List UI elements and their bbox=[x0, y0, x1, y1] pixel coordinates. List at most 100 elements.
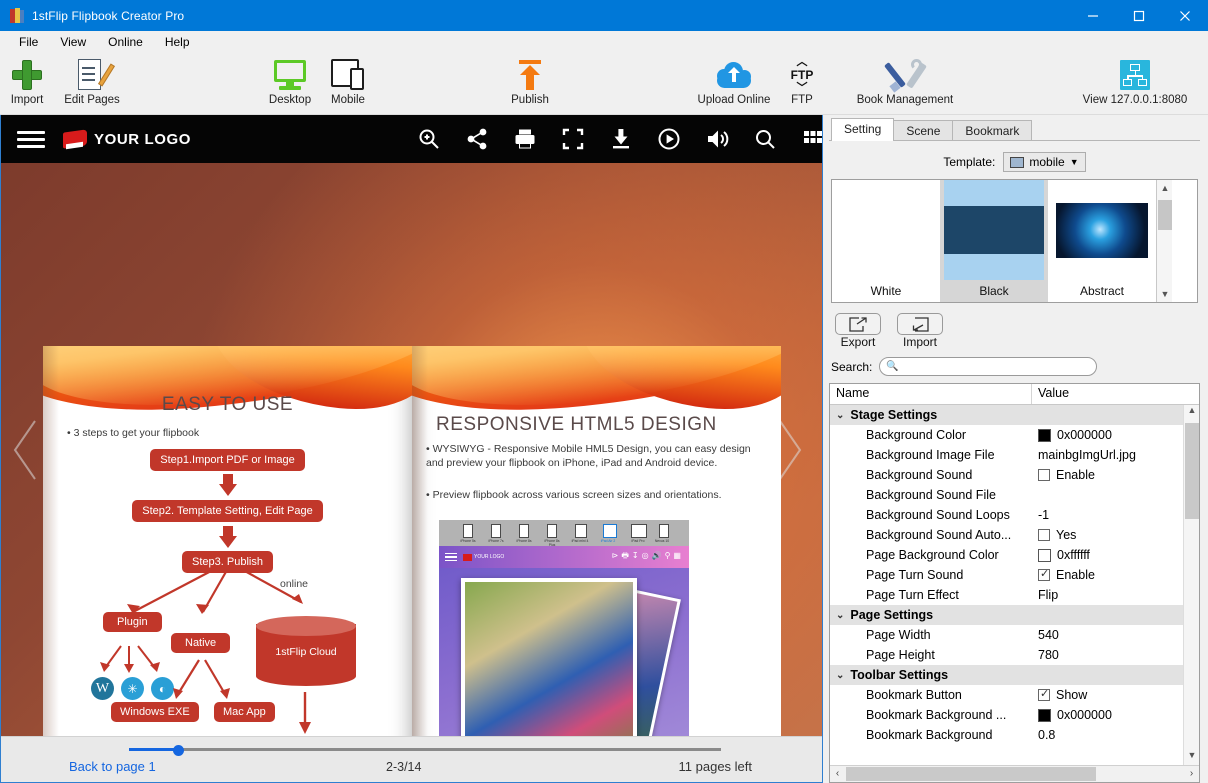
property-row-page-width[interactable]: Page Width 540 bbox=[830, 625, 1199, 645]
bullet-dot: • bbox=[426, 489, 433, 501]
viewer-status-bar: Back to page 1 2-3/14 11 pages left bbox=[1, 736, 822, 782]
server-network-icon bbox=[1120, 57, 1150, 93]
menu-item-view[interactable]: View bbox=[49, 33, 97, 51]
toolbar-button-view-server[interactable]: View 127.0.0.1:8080 bbox=[1062, 57, 1208, 106]
template-dropdown[interactable]: mobile ▼ bbox=[1003, 152, 1086, 172]
color-swatch[interactable] bbox=[1038, 548, 1051, 562]
mock-device-bar: iPhone 5s iPhone 7s iPhone 8s iPhone 8s … bbox=[439, 520, 689, 547]
color-swatch[interactable] bbox=[1038, 708, 1051, 722]
search-input[interactable]: 🔍 bbox=[879, 357, 1098, 376]
book-spread: EASY TO USE • 3 steps to get your flipbo… bbox=[43, 346, 781, 736]
bullet-dot: • bbox=[426, 443, 433, 455]
template-label: Template: bbox=[943, 155, 996, 169]
tab-setting[interactable]: Setting bbox=[831, 118, 895, 141]
template-value: mobile bbox=[1029, 155, 1065, 169]
flipbook-stage[interactable]: EASY TO USE • 3 steps to get your flipbo… bbox=[1, 163, 822, 736]
property-row-bookmark-background-color[interactable]: Bookmark Background ... 0x000000 bbox=[830, 705, 1199, 725]
property-row-bookmark-background-alpha[interactable]: Bookmark Background 0.8 bbox=[830, 725, 1199, 745]
checkbox[interactable] bbox=[1038, 567, 1050, 581]
toolbar-label-import: Import bbox=[10, 94, 44, 106]
panel-tabs: Setting Scene Bookmark bbox=[829, 117, 1200, 141]
toolbar-button-mobile[interactable]: Mobile bbox=[305, 57, 391, 106]
download-icon[interactable] bbox=[608, 126, 634, 152]
property-group-stage-settings[interactable]: ⌄ Stage Settings bbox=[830, 405, 1199, 425]
page-left[interactable]: EASY TO USE • 3 steps to get your flipbo… bbox=[43, 346, 412, 736]
import-icon bbox=[897, 313, 943, 335]
scroll-right-icon[interactable]: › bbox=[1184, 766, 1199, 782]
import-button[interactable]: Import bbox=[897, 313, 943, 349]
property-row-background-image-file[interactable]: Background Image File mainbgImgUrl.jpg bbox=[830, 445, 1199, 465]
back-to-page-link[interactable]: Back to page 1 bbox=[69, 759, 156, 774]
minimize-button[interactable] bbox=[1070, 0, 1116, 31]
property-row-bookmark-button[interactable]: Bookmark Button Show bbox=[830, 685, 1199, 705]
fullscreen-icon[interactable] bbox=[560, 126, 586, 152]
chevron-down-icon[interactable]: ⌄ bbox=[836, 410, 844, 421]
property-row-background-sound[interactable]: Background Sound Enable bbox=[830, 465, 1199, 485]
monitor-mini-icon bbox=[1010, 156, 1025, 168]
toolbar-button-publish[interactable]: Publish bbox=[487, 57, 573, 106]
tab-bookmark[interactable]: Bookmark bbox=[952, 120, 1033, 141]
scrollbar-thumb[interactable] bbox=[1185, 423, 1199, 519]
left-page-title: EASY TO USE bbox=[161, 394, 294, 415]
print-icon[interactable] bbox=[512, 126, 538, 152]
settings-panel: Setting Scene Bookmark Template: mobile … bbox=[823, 115, 1208, 783]
previous-page-arrow[interactable] bbox=[11, 419, 39, 481]
toolbar-button-edit-pages[interactable]: Edit Pages bbox=[49, 57, 135, 106]
color-swatch[interactable] bbox=[1038, 428, 1051, 442]
property-group-page-settings[interactable]: ⌄ Page Settings bbox=[830, 605, 1199, 625]
zoom-in-icon[interactable] bbox=[416, 126, 442, 152]
scroll-down-icon[interactable]: ▼ bbox=[1157, 286, 1173, 302]
search-icon[interactable] bbox=[752, 126, 778, 152]
property-group-toolbar-settings[interactable]: ⌄ Toolbar Settings bbox=[830, 665, 1199, 685]
page-indicator: 2-3/14 bbox=[386, 760, 422, 774]
scroll-left-icon[interactable]: ‹ bbox=[830, 766, 845, 782]
thumbnails-icon[interactable] bbox=[800, 126, 826, 152]
property-row-page-turn-effect[interactable]: Page Turn Effect Flip bbox=[830, 585, 1199, 605]
toolbar-button-ftp[interactable]: ︿ FTP ﹀ FTP bbox=[759, 57, 845, 107]
toolbar-label-mobile: Mobile bbox=[331, 94, 365, 106]
property-row-page-height[interactable]: Page Height 780 bbox=[830, 645, 1199, 665]
share-icon[interactable] bbox=[464, 126, 490, 152]
chevron-down-icon: ▼ bbox=[1069, 157, 1079, 167]
property-grid-scrollbar[interactable]: ▲ ▼ bbox=[1183, 405, 1199, 765]
scroll-down-icon[interactable]: ▼ bbox=[1184, 750, 1199, 765]
close-button[interactable] bbox=[1162, 0, 1208, 31]
property-row-background-sound-auto[interactable]: Background Sound Auto... Yes bbox=[830, 525, 1199, 545]
play-icon[interactable] bbox=[656, 126, 682, 152]
menu-item-file[interactable]: File bbox=[8, 33, 49, 51]
export-icon bbox=[835, 313, 881, 335]
menu-hamburger-icon[interactable] bbox=[17, 127, 45, 152]
page-right[interactable]: RESPONSIVE HTML5 DESIGN • WYSIWYG - Resp… bbox=[412, 346, 781, 736]
menu-item-online[interactable]: Online bbox=[97, 33, 154, 51]
checkbox[interactable] bbox=[1038, 687, 1050, 701]
toolbar-button-book-management[interactable]: Book Management bbox=[840, 57, 970, 106]
export-button[interactable]: Export bbox=[835, 313, 881, 349]
sound-icon[interactable] bbox=[704, 126, 730, 152]
theme-item-white[interactable]: White bbox=[832, 180, 940, 302]
bullet-dot: • bbox=[67, 427, 74, 439]
checkbox[interactable] bbox=[1038, 469, 1050, 481]
theme-item-black[interactable]: Black bbox=[940, 180, 1048, 302]
maximize-button[interactable] bbox=[1116, 0, 1162, 31]
scroll-up-icon[interactable]: ▲ bbox=[1184, 405, 1199, 420]
tab-scene[interactable]: Scene bbox=[893, 120, 954, 141]
slider-knob[interactable] bbox=[173, 744, 184, 756]
theme-item-abstract[interactable]: Abstract bbox=[1048, 180, 1156, 302]
menu-item-help[interactable]: Help bbox=[154, 33, 201, 51]
theme-label-white: White bbox=[870, 284, 902, 298]
scroll-up-icon[interactable]: ▲ bbox=[1157, 180, 1173, 196]
import-label: Import bbox=[902, 335, 937, 349]
property-grid-hscrollbar[interactable]: ‹ › bbox=[830, 765, 1199, 782]
property-row-page-background-color[interactable]: Page Background Color 0xffffff bbox=[830, 545, 1199, 565]
viewer-logo-text: YOUR LOGO bbox=[94, 130, 192, 148]
property-row-background-sound-file[interactable]: Background Sound File bbox=[830, 485, 1199, 505]
property-row-page-turn-sound[interactable]: Page Turn Sound Enable bbox=[830, 565, 1199, 585]
scrollbar-thumb[interactable] bbox=[1158, 200, 1172, 230]
chevron-down-icon[interactable]: ⌄ bbox=[836, 670, 844, 681]
chevron-down-icon[interactable]: ⌄ bbox=[836, 610, 844, 621]
property-row-background-sound-loops[interactable]: Background Sound Loops -1 bbox=[830, 505, 1199, 525]
hscrollbar-thumb[interactable] bbox=[846, 767, 1096, 781]
theme-list-scrollbar[interactable]: ▲ ▼ bbox=[1156, 180, 1172, 302]
checkbox[interactable] bbox=[1038, 529, 1050, 541]
property-row-background-color[interactable]: Background Color 0x000000 bbox=[830, 425, 1199, 445]
